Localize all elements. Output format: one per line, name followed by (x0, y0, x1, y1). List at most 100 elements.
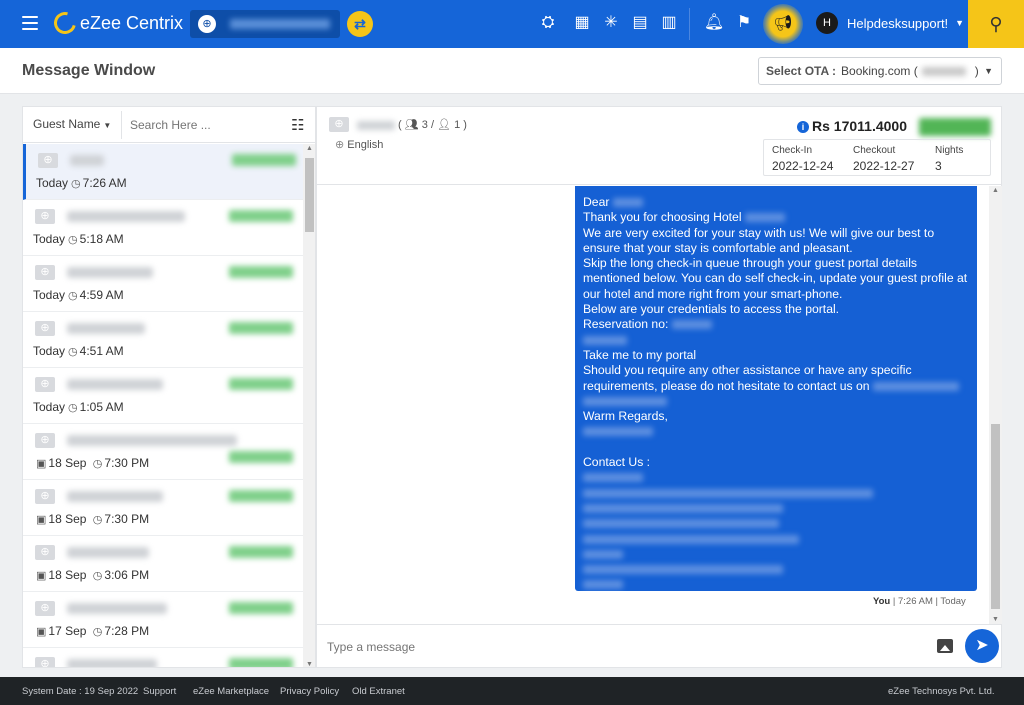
sender-name: You (873, 596, 891, 607)
guest-name (67, 491, 163, 502)
chart-icon[interactable]: ▥ (658, 12, 680, 34)
globe-icon: ⊕ (35, 377, 55, 392)
footer: System Date : 19 Sep 2022 Support eZee M… (0, 677, 1024, 705)
calendar-icon[interactable]: ▦ (571, 12, 593, 34)
scrollbar-thumb[interactable] (991, 424, 1000, 609)
globe-icon: ⊕ (38, 153, 58, 168)
scroll-down-icon[interactable]: ▼ (306, 661, 313, 667)
list-item[interactable]: ⊕ Today ◷ 7:26 AM (23, 144, 303, 200)
property-selector[interactable]: ⊕ (190, 10, 340, 38)
sent-time: | 7:26 AM | Today (892, 596, 966, 607)
msg-contact: Contact Us : (583, 455, 651, 470)
nights-value: 3 (935, 159, 942, 173)
msg-regards: Warm Regards, (583, 409, 668, 424)
list-header: Guest Name▼ ☷ (23, 107, 315, 143)
msg-thanks: Thank you for choosing Hotel (583, 210, 742, 225)
filter-icon[interactable]: ☷ (291, 116, 304, 134)
housekeeping-icon[interactable]: ⛭ (537, 12, 559, 34)
status-badge (229, 546, 293, 558)
company-name: eZee Technosys Pvt. Ltd. (888, 686, 995, 697)
message-scrollbar[interactable]: ▲ ▼ (989, 186, 1002, 624)
marketplace-link[interactable]: eZee Marketplace (193, 686, 269, 697)
redacted-text (671, 320, 712, 330)
msg-excited: We are very excited for your stay with u… (583, 225, 935, 255)
nights: Nights 3 (935, 145, 963, 173)
list-scrollbar[interactable]: ▲ ▼ (303, 144, 315, 667)
reports-icon[interactable]: ▤ (629, 12, 651, 34)
conversation-list: ⊕ Today ◷ 7:26 AM ⊕ Today ◷ 5:18 AM ⊕ Today ◷… (23, 144, 303, 667)
redacted-text (583, 335, 627, 345)
list-item[interactable]: ⊕ ▣ 18 Sep ◷ 7:30 PM (23, 424, 303, 480)
guest-name (67, 435, 237, 446)
globe-icon: ⊕ (35, 321, 55, 336)
guest-name-filter[interactable]: Guest Name ▼ (33, 117, 111, 131)
shuffle-icon[interactable]: ⇄ (347, 11, 373, 37)
channel-icon[interactable]: ✳ (600, 12, 622, 34)
image-icon[interactable] (937, 639, 953, 653)
ota-select[interactable]: Select OTA : Booking.com ( ) ▼ (758, 57, 1002, 85)
scroll-down-icon[interactable]: ▼ (992, 616, 999, 623)
list-item[interactable]: ⊕ ▣ 18 Sep ◷ 7:30 PM (23, 480, 303, 536)
privacy-link[interactable]: Privacy Policy (280, 686, 339, 697)
ota-value: Booking.com ( (841, 64, 918, 78)
list-item[interactable]: ⊕ Today ◷ 4:59 AM (23, 256, 303, 312)
message-input[interactable] (327, 634, 887, 660)
search-icon[interactable]: ⚲ (968, 0, 1024, 48)
redacted-text (583, 427, 653, 437)
clock-icon: ◷ (92, 570, 103, 582)
list-item[interactable]: ⊕ Today ◷ 5:18 AM (23, 200, 303, 256)
globe-icon: ⊕ (335, 139, 345, 151)
clock-icon: ◷ (71, 178, 81, 190)
status-badge (229, 451, 293, 463)
search-input[interactable] (121, 111, 285, 139)
calendar-icon: ▣ (36, 570, 47, 582)
send-icon: ➤ (975, 637, 989, 654)
guest-name (67, 211, 185, 222)
child-icon: 👤︎ (437, 119, 452, 131)
adult-icon: 👥︎ (404, 119, 419, 131)
scroll-up-icon[interactable]: ▲ (306, 145, 313, 152)
pax-count: ( 👥︎ 3 / 👤︎ 1 ) (398, 119, 467, 131)
system-date: System Date : 19 Sep 2022 (22, 686, 139, 697)
redacted-text (583, 503, 783, 513)
status-badge (229, 266, 293, 278)
app-logo[interactable]: eZee Centrix (49, 7, 183, 39)
msg-assist: Should you require any other assistance … (583, 363, 912, 393)
flag-icon[interactable]: ⚑ (733, 12, 755, 34)
megaphone-icon: 📢︎ (773, 15, 793, 32)
globe-icon: ⊕ (35, 657, 55, 667)
toolbar-divider (689, 8, 690, 40)
old-extranet-link[interactable]: Old Extranet (352, 686, 405, 697)
user-menu[interactable]: H Helpdesksupport! ▼ (816, 12, 964, 34)
list-item[interactable]: ⊕ ▣ 17 Sep ◷ 7:28 PM (23, 592, 303, 648)
clock-icon: ◷ (68, 234, 78, 246)
redacted-text (583, 396, 667, 406)
list-item[interactable]: ⊕ (23, 648, 303, 667)
calendar-icon: ▣ (36, 626, 47, 638)
scroll-up-icon[interactable]: ▲ (992, 187, 999, 194)
support-link[interactable]: Support (143, 686, 176, 697)
bell-icon[interactable]: 🔔︎ (703, 12, 725, 34)
avatar: H (816, 12, 838, 34)
top-bar: eZee Centrix ⊕ ⇄ ⛭ ▦ ✳ ▤ ▥ 🔔︎ ⚑ 📢︎ H Hel… (0, 0, 1024, 48)
list-item[interactable]: ⊕ Today ◷ 4:51 AM (23, 312, 303, 368)
status-badge (229, 378, 293, 390)
announcement-button[interactable]: 📢︎ (763, 4, 803, 44)
status-badge (232, 154, 296, 166)
title-bar: Message Window Select OTA : Booking.com … (0, 48, 1024, 94)
redacted-text (872, 381, 959, 391)
take-me-link[interactable]: Take me to my portal (583, 348, 969, 363)
ota-redacted (921, 66, 966, 76)
checkout-value: 2022-12-27 (853, 159, 915, 173)
list-item[interactable]: ⊕ Today ◷ 1:05 AM (23, 368, 303, 424)
conversation-panel: ⊕ ( 👥︎ 3 / 👤︎ 1 ) ⊕ English i Rs 17011.40… (316, 106, 1002, 668)
clock-icon: ◷ (68, 290, 78, 302)
scrollbar-thumb[interactable] (305, 158, 314, 232)
list-item[interactable]: ⊕ ▣ 18 Sep ◷ 3:06 PM (23, 536, 303, 592)
send-button[interactable]: ➤ (965, 629, 999, 663)
checkin-value: 2022-12-24 (772, 159, 834, 173)
list-item-time: Today ◷ 7:26 AM (36, 176, 127, 190)
nights-label: Nights (935, 145, 964, 156)
menu-icon[interactable] (22, 16, 38, 30)
status-badge (229, 658, 293, 667)
